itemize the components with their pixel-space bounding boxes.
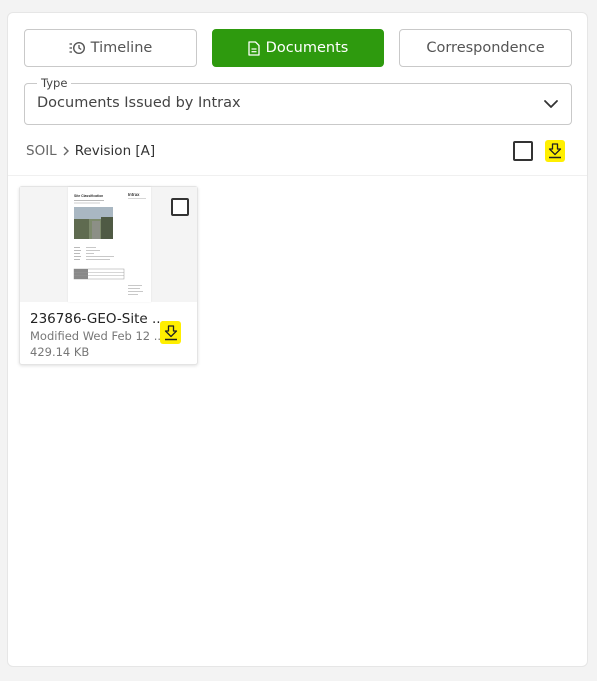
- tab-documents-label: Documents: [265, 40, 349, 56]
- timeline-history-icon: [69, 41, 85, 55]
- document-file-size: 429.14 KB: [30, 345, 90, 359]
- view-tabs: Timeline Documents Correspondence: [24, 29, 573, 69]
- tab-correspondence[interactable]: Correspondence: [399, 29, 572, 67]
- chevron-right-icon: [61, 145, 71, 157]
- download-icon: [548, 143, 562, 159]
- select-all-checkbox[interactable]: [513, 141, 533, 161]
- document-card[interactable]: Site Classification Intrax 236786-GEO-Si…: [19, 186, 198, 365]
- breadcrumb-root[interactable]: SOIL: [26, 143, 57, 159]
- documents-panel: Timeline Documents Correspondence Type D…: [7, 12, 588, 667]
- type-select-label: Type: [37, 76, 72, 90]
- breadcrumb-current: Revision [A]: [74, 143, 156, 159]
- document-modified-date: Modified Wed Feb 12 ...: [30, 329, 165, 343]
- tab-timeline-label: Timeline: [90, 40, 153, 56]
- chevron-down-icon: [543, 96, 559, 116]
- thumbnail-title: Site Classification: [74, 194, 103, 198]
- document-download-button[interactable]: [160, 321, 181, 344]
- tab-timeline[interactable]: Timeline: [24, 29, 197, 67]
- document-select-checkbox[interactable]: [171, 198, 189, 216]
- header-divider: [8, 175, 587, 176]
- breadcrumb: SOIL Revision [A]: [26, 143, 155, 159]
- tab-documents[interactable]: Documents: [212, 29, 384, 67]
- download-all-button[interactable]: [545, 140, 565, 162]
- download-icon: [164, 324, 178, 341]
- document-name: 236786-GEO-Site ...: [30, 311, 165, 327]
- thumbnail-brand: Intrax: [128, 192, 140, 197]
- type-select-value: Documents Issued by Intrax: [37, 95, 241, 111]
- thumbnail-page: Site Classification Intrax: [68, 187, 151, 302]
- tab-correspondence-label: Correspondence: [426, 40, 545, 56]
- type-select[interactable]: Type Documents Issued by Intrax: [24, 76, 572, 125]
- document-icon: [248, 40, 260, 56]
